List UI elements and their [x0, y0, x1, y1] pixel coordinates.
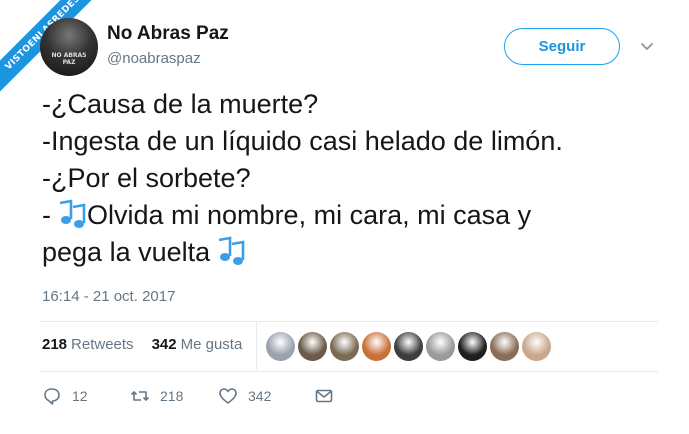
liker-avatar[interactable] — [266, 332, 295, 361]
retweets-count[interactable]: 218 — [42, 336, 67, 353]
tweet-line-text: pega la vuelta — [42, 237, 211, 267]
tweet-line: Olvida mi nombre, mi cara, mi casa y — [87, 200, 532, 230]
like-count: 342 — [248, 388, 272, 404]
musical-notes-icon — [218, 236, 245, 265]
follow-button[interactable]: Seguir — [504, 28, 620, 65]
engagement-stats: 218 Retweets 342 Me gusta — [42, 336, 242, 353]
heart-icon[interactable] — [218, 386, 238, 406]
reply-icon[interactable] — [42, 386, 62, 406]
avatar[interactable]: NO ABRAS PAZ — [40, 18, 98, 76]
tweet-line: pega la vuelta — [42, 234, 682, 271]
tweet-line: -¿Por el sorbete? — [42, 163, 251, 193]
divider — [40, 321, 658, 322]
liker-avatar[interactable] — [394, 332, 423, 361]
tweet-line: -Ingesta de un líquido casi helado de li… — [42, 126, 563, 156]
tweet-line: -¿Causa de la muerte? — [42, 89, 319, 119]
retweet-icon[interactable] — [130, 386, 150, 406]
divider — [40, 371, 658, 372]
musical-notes-icon — [59, 199, 86, 228]
liker-avatar[interactable] — [426, 332, 455, 361]
tweet-text: -¿Causa de la muerte? -Ingesta de un líq… — [42, 86, 682, 271]
retweet-count: 218 — [160, 388, 184, 404]
liker-avatar[interactable] — [362, 332, 391, 361]
liker-avatar[interactable] — [490, 332, 519, 361]
author-handle[interactable]: @noabraspaz — [107, 50, 201, 67]
envelope-icon[interactable] — [314, 386, 334, 406]
avatar-caption: NO ABRAS PAZ — [51, 52, 87, 66]
retweets-label[interactable]: Retweets — [71, 336, 134, 353]
reply-count: 12 — [72, 388, 88, 404]
message-action[interactable] — [314, 386, 334, 406]
reply-action[interactable]: 12 — [42, 386, 130, 406]
tweet-line: - Olvida mi nombre, mi cara, mi casa y — [42, 197, 682, 234]
retweet-action[interactable]: 218 — [130, 386, 218, 406]
likes-label[interactable]: Me gusta — [181, 336, 243, 353]
tweet-actions: 12 218 342 — [42, 386, 334, 406]
liker-avatar[interactable] — [522, 332, 551, 361]
tweet-line-prefix: - — [42, 200, 51, 230]
tweet-timestamp[interactable]: 16:14 - 21 oct. 2017 — [42, 288, 175, 305]
likers-avatars — [266, 332, 551, 361]
liker-avatar[interactable] — [458, 332, 487, 361]
chevron-down-icon[interactable] — [638, 38, 656, 56]
author-name[interactable]: No Abras Paz — [107, 23, 229, 45]
liker-avatar[interactable] — [330, 332, 359, 361]
likes-count[interactable]: 342 — [152, 336, 177, 353]
like-action[interactable]: 342 — [218, 386, 314, 406]
liker-avatar[interactable] — [298, 332, 327, 361]
stats-separator — [256, 322, 257, 370]
